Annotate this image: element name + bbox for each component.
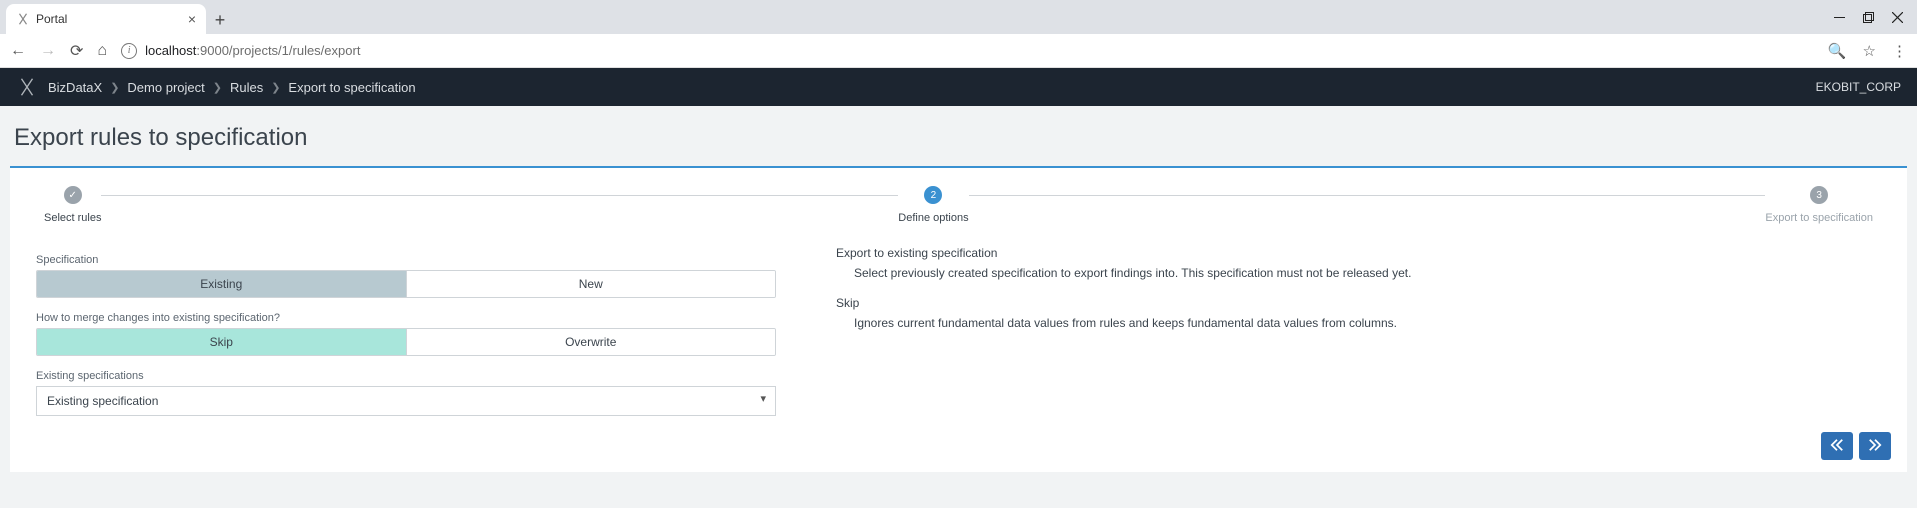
chevron-right-icon: ❯ — [271, 81, 280, 94]
step-connector — [969, 195, 1766, 196]
crumb-project[interactable]: Demo project — [127, 80, 204, 95]
bookmark-star-icon[interactable]: ☆ — [1863, 42, 1876, 60]
kebab-menu-icon[interactable]: ⋮ — [1892, 42, 1907, 60]
spec-existing-button[interactable]: Existing — [37, 271, 406, 297]
zoom-icon[interactable]: 🔍 — [1828, 42, 1847, 60]
page-title: Export rules to specification — [10, 118, 1907, 166]
wizard-nav — [1821, 432, 1891, 460]
url-field[interactable]: i localhost:9000/projects/1/rules/export — [121, 34, 1814, 67]
specification-label: Specification — [36, 254, 776, 266]
window-controls — [1834, 0, 1917, 34]
wizard-next-button[interactable] — [1859, 432, 1891, 460]
step-connector — [101, 195, 898, 196]
reload-icon[interactable]: ⟳ — [70, 41, 83, 61]
home-icon[interactable]: ⌂ — [97, 42, 107, 60]
nav-buttons: ← → ⟳ ⌂ — [10, 41, 107, 61]
tab-title: Portal — [36, 12, 182, 26]
step-3: 3 Export to specification — [1765, 186, 1873, 224]
wizard-prev-button[interactable] — [1821, 432, 1853, 460]
existing-spec-select[interactable]: Existing specification — [36, 386, 776, 416]
crumb-root[interactable]: BizDataX — [48, 80, 102, 95]
site-info-icon[interactable]: i — [121, 43, 137, 59]
chevron-right-icon: ❯ — [213, 81, 222, 94]
window-close-icon[interactable] — [1892, 12, 1903, 23]
help-skip-desc: Ignores current fundamental data values … — [854, 314, 1881, 332]
addr-right-icons: 🔍 ☆ ⋮ — [1828, 42, 1907, 60]
help-export-title: Export to existing specification — [836, 246, 1881, 260]
form-left: Specification Existing New How to merge … — [36, 246, 776, 416]
browser-tab-strip: Portal × + — [0, 0, 1917, 34]
stepper: ✓ Select rules 2 Define options 3 Export… — [44, 186, 1873, 224]
existing-spec-label: Existing specifications — [36, 370, 776, 382]
step-2-label: Define options — [898, 212, 968, 224]
step-2-number: 2 — [924, 186, 942, 204]
x-favicon-icon — [16, 12, 30, 26]
forward-icon: → — [40, 42, 56, 60]
step-1-label: Select rules — [44, 212, 101, 224]
help-export-desc: Select previously created specification … — [854, 264, 1881, 282]
wizard-card: ✓ Select rules 2 Define options 3 Export… — [10, 166, 1907, 472]
close-tab-icon[interactable]: × — [188, 11, 196, 27]
back-icon[interactable]: ← — [10, 42, 26, 60]
chevron-right-icon: ❯ — [110, 81, 119, 94]
crumb-current: Export to specification — [288, 80, 415, 95]
merge-overwrite-button[interactable]: Overwrite — [406, 329, 776, 355]
crumb-rules[interactable]: Rules — [230, 80, 263, 95]
merge-label: How to merge changes into existing speci… — [36, 312, 776, 324]
double-chevron-left-icon — [1830, 439, 1844, 454]
merge-skip-button[interactable]: Skip — [37, 329, 406, 355]
breadcrumb: BizDataX ❯ Demo project ❯ Rules ❯ Export… — [48, 80, 416, 95]
app-header: BizDataX ❯ Demo project ❯ Rules ❯ Export… — [0, 68, 1917, 106]
specification-toggle: Existing New — [36, 270, 776, 298]
form-body: Specification Existing New How to merge … — [36, 246, 1881, 416]
browser-tab[interactable]: Portal × — [6, 4, 206, 34]
step-3-number: 3 — [1810, 186, 1828, 204]
step-2[interactable]: 2 Define options — [898, 186, 968, 224]
step-3-label: Export to specification — [1765, 212, 1873, 224]
merge-toggle: Skip Overwrite — [36, 328, 776, 356]
double-chevron-right-icon — [1868, 439, 1882, 454]
existing-spec-select-wrapper: Existing specification — [36, 386, 776, 416]
url-host: localhost — [145, 43, 196, 58]
check-icon: ✓ — [64, 186, 82, 204]
minimize-icon[interactable] — [1834, 12, 1845, 23]
user-label[interactable]: EKOBIT_CORP — [1816, 80, 1901, 94]
url-path: :9000/projects/1/rules/export — [196, 43, 360, 58]
help-panel: Export to existing specification Select … — [836, 246, 1881, 416]
app-logo-icon[interactable] — [16, 76, 38, 98]
page: Export rules to specification ✓ Select r… — [0, 106, 1917, 482]
help-skip-title: Skip — [836, 296, 1881, 310]
maximize-icon[interactable] — [1863, 12, 1874, 23]
step-1[interactable]: ✓ Select rules — [44, 186, 101, 224]
address-bar: ← → ⟳ ⌂ i localhost:9000/projects/1/rule… — [0, 34, 1917, 68]
new-tab-button[interactable]: + — [206, 6, 234, 34]
spec-new-button[interactable]: New — [406, 271, 776, 297]
